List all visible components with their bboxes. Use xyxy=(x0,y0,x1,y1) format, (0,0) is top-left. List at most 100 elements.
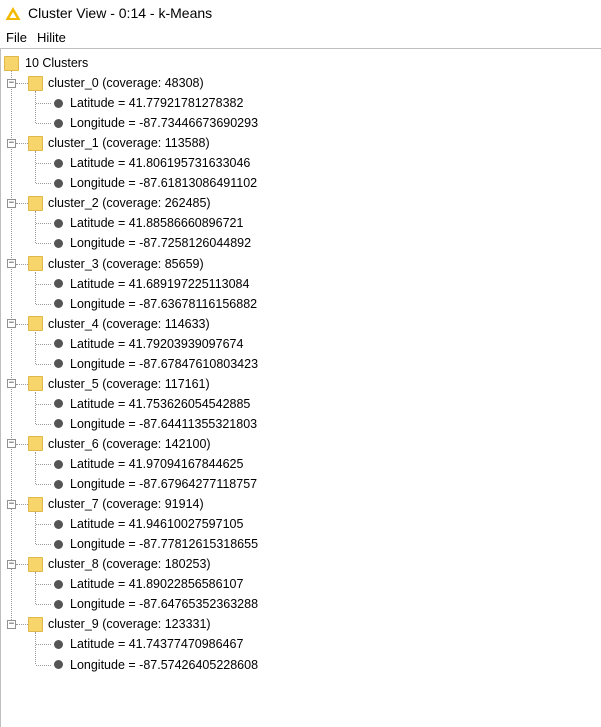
longitude-item[interactable]: Longitude = -87.73446673690293 xyxy=(54,113,258,133)
collapse-toggle-icon[interactable]: − xyxy=(7,259,16,268)
tree-root-label: 10 Clusters xyxy=(25,56,89,70)
latitude-item[interactable]: Latitude = 41.74377470986467 xyxy=(54,634,243,654)
bullet-icon xyxy=(54,519,63,529)
latitude-value: Latitude = 41.79203939097674 xyxy=(70,336,244,351)
bullet-icon xyxy=(54,238,63,248)
collapse-toggle-icon[interactable]: − xyxy=(7,619,16,629)
cluster-label: cluster_9 (coverage: 123331) xyxy=(48,617,211,632)
tree-guide-line xyxy=(35,512,36,545)
collapse-toggle-icon[interactable]: − xyxy=(7,198,16,208)
longitude-value: Longitude = -87.64411355321803 xyxy=(70,416,258,431)
cluster-node-0[interactable]: − cluster_0 (coverage: 48308) xyxy=(7,73,204,93)
collapse-toggle-icon[interactable]: − xyxy=(7,138,16,148)
cluster-label: cluster_6 (coverage: 142100) xyxy=(48,436,211,451)
longitude-item[interactable]: Longitude = -87.64411355321803 xyxy=(54,414,257,434)
longitude-value: Longitude = -87.57426405228608 xyxy=(70,657,259,672)
tree-guide-line xyxy=(35,91,36,124)
cluster-tree[interactable]: 10 Clusters − cluster_0 (coverage: 48308) L… xyxy=(1,49,601,727)
collapse-toggle-icon[interactable]: − xyxy=(7,379,16,389)
longitude-item[interactable]: Longitude = -87.57426405228608 xyxy=(54,655,258,675)
tree-guide-line xyxy=(36,183,51,185)
tree-guide-line xyxy=(35,391,36,424)
cluster-node-6[interactable]: − cluster_6 (coverage: 142100) xyxy=(7,434,211,454)
cluster-node-1[interactable]: − cluster_1 (coverage: 113588) xyxy=(7,133,210,153)
tree-guide-line xyxy=(36,423,51,425)
collapse-toggle-icon[interactable]: − xyxy=(7,319,16,329)
latitude-item[interactable]: Latitude = 41.77921781278382 xyxy=(54,93,243,113)
tree-guide-line xyxy=(36,343,51,345)
collapse-toggle-icon[interactable]: − xyxy=(7,78,16,88)
tree-guide-line xyxy=(36,163,51,165)
tree-guide-line xyxy=(36,403,51,405)
bullet-icon xyxy=(54,178,63,188)
latitude-item[interactable]: Latitude = 41.753626054542885 xyxy=(54,394,250,414)
cluster-tree-panel: 10 Clusters − cluster_0 (coverage: 48308) L… xyxy=(0,48,601,727)
tree-guide-line xyxy=(36,303,51,305)
tree-guide-line xyxy=(36,524,51,526)
longitude-value: Longitude = -87.73446673690293 xyxy=(70,116,259,131)
tree-guide-line xyxy=(35,271,36,304)
longitude-value: Longitude = -87.64765352363288 xyxy=(70,597,259,612)
longitude-value: Longitude = -87.63678116156882 xyxy=(70,296,258,311)
cluster-label: cluster_2 (coverage: 262485) xyxy=(48,196,211,211)
cluster-label: cluster_5 (coverage: 117161) xyxy=(48,376,210,391)
folder-icon xyxy=(28,616,43,632)
bullet-icon xyxy=(54,459,63,469)
bullet-icon xyxy=(54,158,63,168)
folder-icon xyxy=(28,436,43,452)
cluster-node-7[interactable]: − cluster_7 (coverage: 91914) xyxy=(7,494,204,514)
collapse-toggle-icon[interactable]: − xyxy=(7,499,16,509)
longitude-item[interactable]: Longitude = -87.7258126044892 xyxy=(54,233,251,253)
longitude-value: Longitude = -87.61813086491102 xyxy=(70,176,258,191)
longitude-item[interactable]: Longitude = -87.63678116156882 xyxy=(54,294,257,314)
latitude-item[interactable]: Latitude = 41.97094167844625 xyxy=(54,454,243,474)
folder-icon xyxy=(28,195,43,211)
cluster-node-5[interactable]: − cluster_5 (coverage: 117161) xyxy=(7,374,210,394)
latitude-value: Latitude = 41.74377470986467 xyxy=(70,637,244,652)
menu-hilite[interactable]: Hilite xyxy=(32,30,71,45)
longitude-item[interactable]: Longitude = -87.67847610803423 xyxy=(54,354,258,374)
latitude-item[interactable]: Latitude = 41.89022856586107 xyxy=(54,574,243,594)
tree-guide-line xyxy=(36,584,51,586)
longitude-item[interactable]: Longitude = -87.67964277118757 xyxy=(54,474,257,494)
latitude-value: Latitude = 41.94610027597105 xyxy=(70,517,244,532)
latitude-item[interactable]: Latitude = 41.806195731633046 xyxy=(54,153,250,173)
window-title: Cluster View - 0:14 - k-Means xyxy=(28,5,213,21)
tree-guide-line xyxy=(36,283,51,285)
bullet-icon xyxy=(54,599,63,609)
cluster-node-8[interactable]: − cluster_8 (coverage: 180253) xyxy=(7,554,211,574)
collapse-toggle-icon[interactable]: − xyxy=(7,439,16,449)
cluster-label: cluster_1 (coverage: 113588) xyxy=(48,136,210,151)
latitude-value: Latitude = 41.88586660896721 xyxy=(70,216,244,231)
longitude-item[interactable]: Longitude = -87.77812615318655 xyxy=(54,534,258,554)
tree-guide-line xyxy=(36,363,51,365)
folder-icon xyxy=(4,55,19,71)
tree-guide-line xyxy=(35,451,36,485)
cluster-label: cluster_8 (coverage: 180253) xyxy=(48,557,211,572)
longitude-value: Longitude = -87.67847610803423 xyxy=(70,356,259,371)
longitude-item[interactable]: Longitude = -87.64765352363288 xyxy=(54,594,258,614)
tree-root[interactable]: 10 Clusters xyxy=(4,53,88,73)
cluster-node-2[interactable]: − cluster_2 (coverage: 262485) xyxy=(7,193,211,213)
bullet-icon xyxy=(54,279,63,289)
cluster-label: cluster_3 (coverage: 85659) xyxy=(48,256,204,271)
cluster-node-4[interactable]: − cluster_4 (coverage: 114633) xyxy=(7,314,210,334)
menu-file[interactable]: File xyxy=(0,30,32,45)
latitude-item[interactable]: Latitude = 41.79203939097674 xyxy=(54,334,243,354)
longitude-item[interactable]: Longitude = -87.61813086491102 xyxy=(54,173,257,193)
cluster-node-9[interactable]: − cluster_9 (coverage: 123331) xyxy=(7,614,211,634)
latitude-value: Latitude = 41.77921781278382 xyxy=(70,96,244,111)
latitude-value: Latitude = 41.97094167844625 xyxy=(70,457,244,471)
tree-guide-line xyxy=(36,644,51,646)
latitude-item[interactable]: Latitude = 41.88586660896721 xyxy=(54,213,243,233)
cluster-label: cluster_4 (coverage: 114633) xyxy=(48,316,210,331)
collapse-toggle-icon[interactable]: − xyxy=(7,559,16,569)
latitude-item[interactable]: Latitude = 41.94610027597105 xyxy=(54,514,243,534)
tree-guide-line xyxy=(36,664,51,666)
latitude-item[interactable]: Latitude = 41.689197225113084 xyxy=(54,274,249,294)
cluster-node-3[interactable]: − cluster_3 (coverage: 85659) xyxy=(7,254,204,274)
tree-guide-line xyxy=(36,484,51,486)
bullet-icon xyxy=(54,539,63,549)
tree-guide-line xyxy=(36,544,51,546)
bullet-icon xyxy=(54,299,63,309)
